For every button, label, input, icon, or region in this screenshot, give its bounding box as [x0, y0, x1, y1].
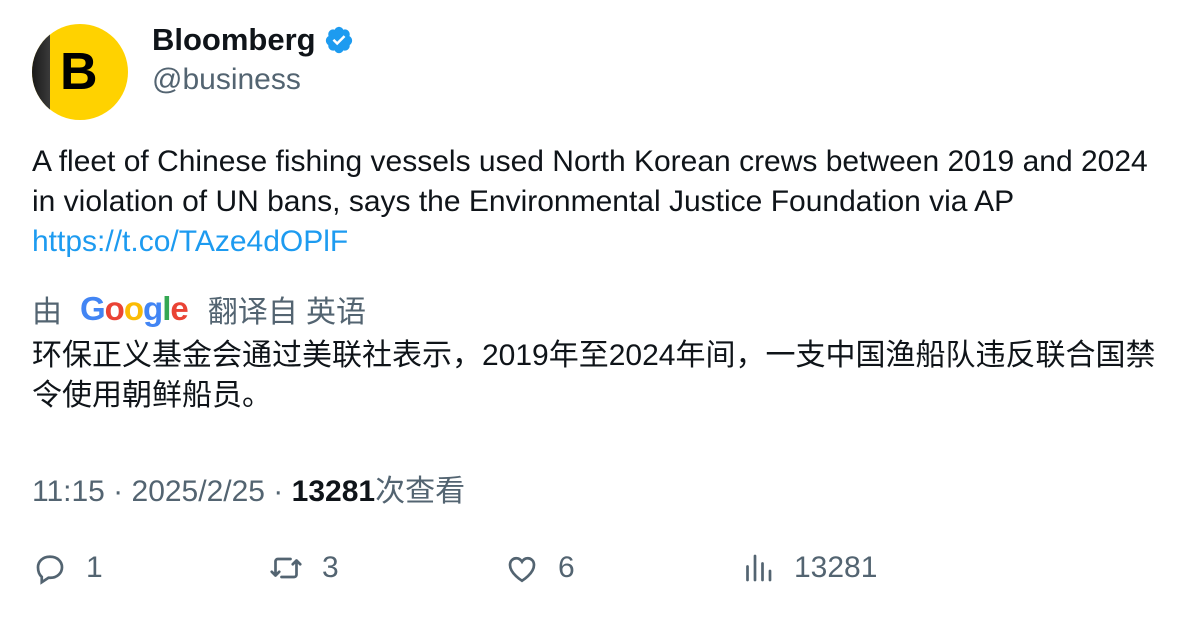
timestamp[interactable]: 11:15 · 2025/2/25 ·	[32, 475, 292, 508]
retweet-icon	[270, 557, 302, 579]
google-logo: Google	[80, 290, 189, 327]
retweet-count: 3	[322, 551, 339, 584]
avatar-shade	[32, 24, 50, 120]
translation-prefix: 由	[32, 296, 62, 329]
view-label: 次查看	[375, 475, 466, 508]
account-handle[interactable]: @business	[152, 63, 301, 97]
reply-button[interactable]: 1	[32, 550, 103, 586]
like-button[interactable]: 6	[504, 550, 575, 586]
account-name-row: Bloomberg	[152, 22, 354, 58]
view-count: 13281	[291, 475, 376, 508]
tweet-text: A fleet of Chinese fishing vessels used …	[32, 142, 1172, 262]
retweet-button[interactable]: 3	[268, 550, 339, 586]
like-icon	[508, 556, 536, 583]
tweet-body: A fleet of Chinese fishing vessels used …	[32, 145, 1148, 218]
translated-text: 环保正义基金会通过美联社表示，2019年至2024年间，一支中国渔船队违反联合国…	[32, 339, 1156, 412]
like-count: 6	[558, 551, 575, 584]
account-name[interactable]: Bloomberg	[152, 22, 316, 58]
views-count: 13281	[794, 551, 878, 584]
reply-count: 1	[86, 551, 103, 584]
views-button[interactable]: 13281	[740, 550, 877, 586]
translation-attribution: 由 Google 翻译自 英语	[32, 287, 366, 331]
verified-icon	[325, 26, 352, 54]
tweet-meta: 11:15 · 2025/2/25 · 13281次查看	[32, 466, 465, 510]
avatar[interactable]: B	[32, 24, 128, 120]
translation-suffix: 翻译自 英语	[207, 296, 367, 329]
tweet-link[interactable]: https://t.co/TAze4dOPlF	[32, 222, 1172, 262]
views-icon	[746, 554, 772, 582]
avatar-letter: B	[60, 43, 98, 101]
reply-icon	[36, 555, 64, 585]
action-bar: 1 3 6 13281	[0, 550, 1196, 600]
